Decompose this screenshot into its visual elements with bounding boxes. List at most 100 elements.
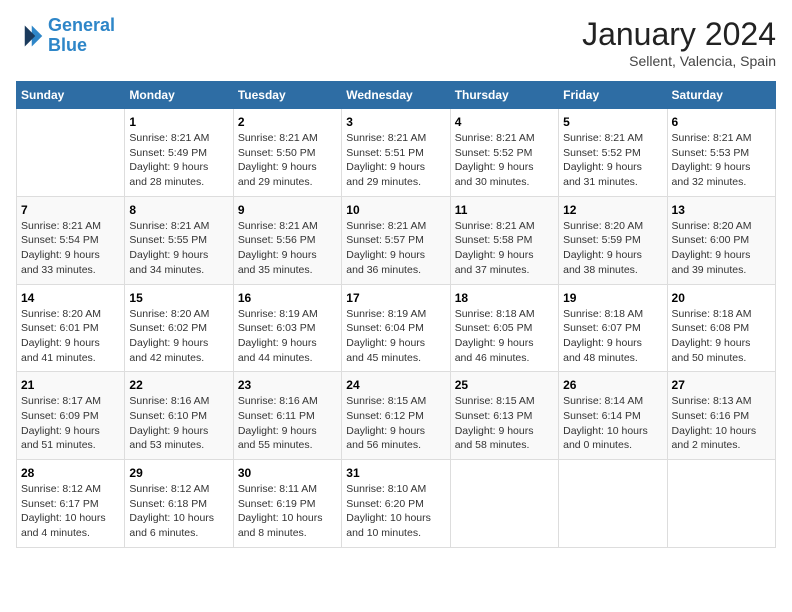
calendar-week-2: 7 Sunrise: 8:21 AMSunset: 5:54 PMDaylight… [17, 196, 776, 284]
calendar-title: January 2024 [582, 16, 776, 53]
calendar-body: 1 Sunrise: 8:21 AMSunset: 5:49 PMDaylight… [17, 109, 776, 548]
calendar-cell: 30Sunrise: 8:11 AMSunset: 6:19 PMDayligh… [233, 460, 341, 548]
calendar-cell: 7 Sunrise: 8:21 AMSunset: 5:54 PMDaylight… [17, 196, 125, 284]
col-thursday: Thursday [450, 82, 558, 109]
calendar-cell: 21 Sunrise: 8:17 AMSunset: 6:09 PMDayligh… [17, 372, 125, 460]
day-info: Sunrise: 8:21 AMSunset: 5:53 PMDaylight:… [672, 131, 771, 190]
calendar-header: Sunday Monday Tuesday Wednesday Thursday… [17, 82, 776, 109]
logo: General Blue [16, 16, 115, 56]
day-number: 19 [563, 291, 662, 305]
day-number: 29 [129, 466, 228, 480]
day-info: Sunrise: 8:20 AMSunset: 6:02 PMDaylight:… [129, 307, 228, 366]
day-number: 16 [238, 291, 337, 305]
day-info: Sunrise: 8:21 AMSunset: 5:52 PMDaylight:… [563, 131, 662, 190]
calendar-cell [17, 109, 125, 197]
day-info: Sunrise: 8:20 AMSunset: 6:00 PMDaylight:… [672, 219, 771, 278]
calendar-week-1: 1 Sunrise: 8:21 AMSunset: 5:49 PMDaylight… [17, 109, 776, 197]
col-friday: Friday [559, 82, 667, 109]
calendar-cell: 17 Sunrise: 8:19 AMSunset: 6:04 PMDayligh… [342, 284, 450, 372]
logo-general: General [48, 15, 115, 35]
calendar-cell: 13Sunrise: 8:20 AMSunset: 6:00 PMDayligh… [667, 196, 775, 284]
day-info: Sunrise: 8:12 AMSunset: 6:17 PMDaylight:… [21, 482, 120, 541]
calendar-cell: 10Sunrise: 8:21 AMSunset: 5:57 PMDayligh… [342, 196, 450, 284]
calendar-cell: 28 Sunrise: 8:12 AMSunset: 6:17 PMDayligh… [17, 460, 125, 548]
day-number: 17 [346, 291, 445, 305]
calendar-table: Sunday Monday Tuesday Wednesday Thursday… [16, 81, 776, 548]
col-saturday: Saturday [667, 82, 775, 109]
day-info: Sunrise: 8:10 AMSunset: 6:20 PMDaylight:… [346, 482, 445, 541]
col-tuesday: Tuesday [233, 82, 341, 109]
calendar-cell: 5 Sunrise: 8:21 AMSunset: 5:52 PMDaylight… [559, 109, 667, 197]
header-row: Sunday Monday Tuesday Wednesday Thursday… [17, 82, 776, 109]
day-info: Sunrise: 8:21 AMSunset: 5:58 PMDaylight:… [455, 219, 554, 278]
day-number: 21 [21, 378, 120, 392]
day-number: 11 [455, 203, 554, 217]
day-info: Sunrise: 8:21 AMSunset: 5:56 PMDaylight:… [238, 219, 337, 278]
col-monday: Monday [125, 82, 233, 109]
day-number: 8 [129, 203, 228, 217]
day-number: 3 [346, 115, 445, 129]
day-number: 27 [672, 378, 771, 392]
calendar-cell: 29 Sunrise: 8:12 AMSunset: 6:18 PMDayligh… [125, 460, 233, 548]
day-info: Sunrise: 8:15 AMSunset: 6:12 PMDaylight:… [346, 394, 445, 453]
day-number: 24 [346, 378, 445, 392]
day-number: 6 [672, 115, 771, 129]
col-wednesday: Wednesday [342, 82, 450, 109]
calendar-cell: 27 Sunrise: 8:13 AMSunset: 6:16 PMDayligh… [667, 372, 775, 460]
day-number: 14 [21, 291, 120, 305]
day-info: Sunrise: 8:15 AMSunset: 6:13 PMDaylight:… [455, 394, 554, 453]
calendar-cell: 11 Sunrise: 8:21 AMSunset: 5:58 PMDayligh… [450, 196, 558, 284]
calendar-week-3: 14 Sunrise: 8:20 AMSunset: 6:01 PMDayligh… [17, 284, 776, 372]
day-number: 26 [563, 378, 662, 392]
day-number: 9 [238, 203, 337, 217]
day-info: Sunrise: 8:21 AMSunset: 5:49 PMDaylight:… [129, 131, 228, 190]
calendar-cell: 22Sunrise: 8:16 AMSunset: 6:10 PMDayligh… [125, 372, 233, 460]
day-info: Sunrise: 8:18 AMSunset: 6:05 PMDaylight:… [455, 307, 554, 366]
logo-icon [16, 22, 44, 50]
day-info: Sunrise: 8:20 AMSunset: 6:01 PMDaylight:… [21, 307, 120, 366]
calendar-cell: 1 Sunrise: 8:21 AMSunset: 5:49 PMDaylight… [125, 109, 233, 197]
calendar-cell: 31 Sunrise: 8:10 AMSunset: 6:20 PMDayligh… [342, 460, 450, 548]
day-number: 22 [129, 378, 228, 392]
day-info: Sunrise: 8:13 AMSunset: 6:16 PMDaylight:… [672, 394, 771, 453]
day-number: 28 [21, 466, 120, 480]
day-number: 31 [346, 466, 445, 480]
calendar-cell: 16 Sunrise: 8:19 AMSunset: 6:03 PMDayligh… [233, 284, 341, 372]
logo-blue: Blue [48, 35, 87, 55]
calendar-cell: 3 Sunrise: 8:21 AMSunset: 5:51 PMDaylight… [342, 109, 450, 197]
day-info: Sunrise: 8:17 AMSunset: 6:09 PMDaylight:… [21, 394, 120, 453]
day-number: 2 [238, 115, 337, 129]
day-number: 5 [563, 115, 662, 129]
calendar-week-5: 28 Sunrise: 8:12 AMSunset: 6:17 PMDayligh… [17, 460, 776, 548]
day-info: Sunrise: 8:12 AMSunset: 6:18 PMDaylight:… [129, 482, 228, 541]
calendar-cell: 2Sunrise: 8:21 AMSunset: 5:50 PMDaylight… [233, 109, 341, 197]
day-number: 15 [129, 291, 228, 305]
day-info: Sunrise: 8:16 AMSunset: 6:11 PMDaylight:… [238, 394, 337, 453]
calendar-cell: 25Sunrise: 8:15 AMSunset: 6:13 PMDayligh… [450, 372, 558, 460]
day-number: 1 [129, 115, 228, 129]
day-info: Sunrise: 8:20 AMSunset: 5:59 PMDaylight:… [563, 219, 662, 278]
calendar-cell [559, 460, 667, 548]
col-sunday: Sunday [17, 82, 125, 109]
calendar-cell: 19 Sunrise: 8:18 AMSunset: 6:07 PMDayligh… [559, 284, 667, 372]
day-info: Sunrise: 8:21 AMSunset: 5:51 PMDaylight:… [346, 131, 445, 190]
calendar-cell: 14 Sunrise: 8:20 AMSunset: 6:01 PMDayligh… [17, 284, 125, 372]
day-number: 7 [21, 203, 120, 217]
day-info: Sunrise: 8:11 AMSunset: 6:19 PMDaylight:… [238, 482, 337, 541]
day-info: Sunrise: 8:21 AMSunset: 5:55 PMDaylight:… [129, 219, 228, 278]
day-info: Sunrise: 8:21 AMSunset: 5:52 PMDaylight:… [455, 131, 554, 190]
day-number: 23 [238, 378, 337, 392]
day-info: Sunrise: 8:18 AMSunset: 6:07 PMDaylight:… [563, 307, 662, 366]
calendar-cell [667, 460, 775, 548]
calendar-cell: 18 Sunrise: 8:18 AMSunset: 6:05 PMDayligh… [450, 284, 558, 372]
calendar-cell: 15 Sunrise: 8:20 AMSunset: 6:02 PMDayligh… [125, 284, 233, 372]
calendar-cell: 20Sunrise: 8:18 AMSunset: 6:08 PMDayligh… [667, 284, 775, 372]
page-header: General Blue January 2024 Sellent, Valen… [16, 16, 776, 69]
day-number: 4 [455, 115, 554, 129]
day-info: Sunrise: 8:21 AMSunset: 5:54 PMDaylight:… [21, 219, 120, 278]
day-number: 18 [455, 291, 554, 305]
calendar-cell: 8 Sunrise: 8:21 AMSunset: 5:55 PMDaylight… [125, 196, 233, 284]
calendar-subtitle: Sellent, Valencia, Spain [582, 53, 776, 69]
day-info: Sunrise: 8:19 AMSunset: 6:03 PMDaylight:… [238, 307, 337, 366]
day-info: Sunrise: 8:19 AMSunset: 6:04 PMDaylight:… [346, 307, 445, 366]
